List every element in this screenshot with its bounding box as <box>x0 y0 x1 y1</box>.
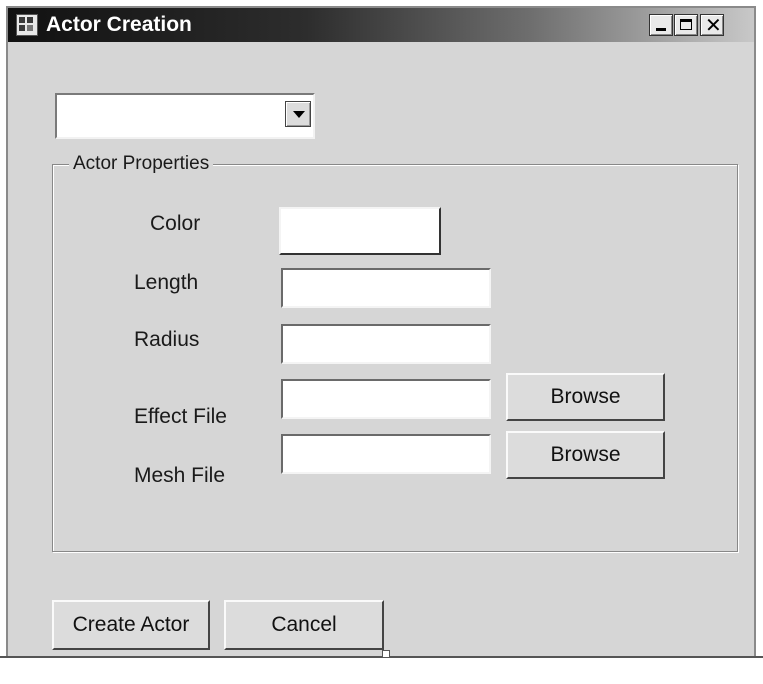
resize-handle[interactable] <box>382 650 390 658</box>
length-label: Length <box>134 271 199 294</box>
minimize-icon <box>656 28 666 31</box>
effect-file-browse-button[interactable]: Browse <box>506 373 665 421</box>
chevron-down-icon <box>293 111 305 118</box>
maximize-icon <box>680 19 692 30</box>
group-label: Actor Properties <box>69 153 214 175</box>
radius-label: Radius <box>134 328 200 351</box>
length-input[interactable] <box>281 268 491 308</box>
close-icon: ✕ <box>705 13 722 37</box>
effect-file-input[interactable] <box>281 379 491 419</box>
minimize-button[interactable] <box>649 14 673 36</box>
title-bar[interactable]: Actor Creation ✕ <box>8 8 754 42</box>
effect-file-label: Effect File <box>134 405 227 428</box>
window-title: Actor Creation <box>46 13 192 36</box>
combo-dropdown-button[interactable] <box>285 101 311 127</box>
actor-type-combobox[interactable] <box>55 93 315 139</box>
actor-creation-window: Actor Creation ✕ Actor Properties Color … <box>6 6 756 658</box>
create-actor-button[interactable]: Create Actor <box>52 600 210 650</box>
color-label: Color <box>150 212 201 235</box>
close-button[interactable]: ✕ <box>700 14 724 36</box>
cancel-button[interactable]: Cancel <box>224 600 384 650</box>
mesh-file-browse-button[interactable]: Browse <box>506 431 665 479</box>
radius-input[interactable] <box>281 324 491 364</box>
app-window-icon[interactable] <box>16 14 38 36</box>
color-picker[interactable] <box>279 207 441 255</box>
mesh-file-label: Mesh File <box>134 464 226 487</box>
maximize-button[interactable] <box>674 14 698 36</box>
mesh-file-input[interactable] <box>281 434 491 474</box>
